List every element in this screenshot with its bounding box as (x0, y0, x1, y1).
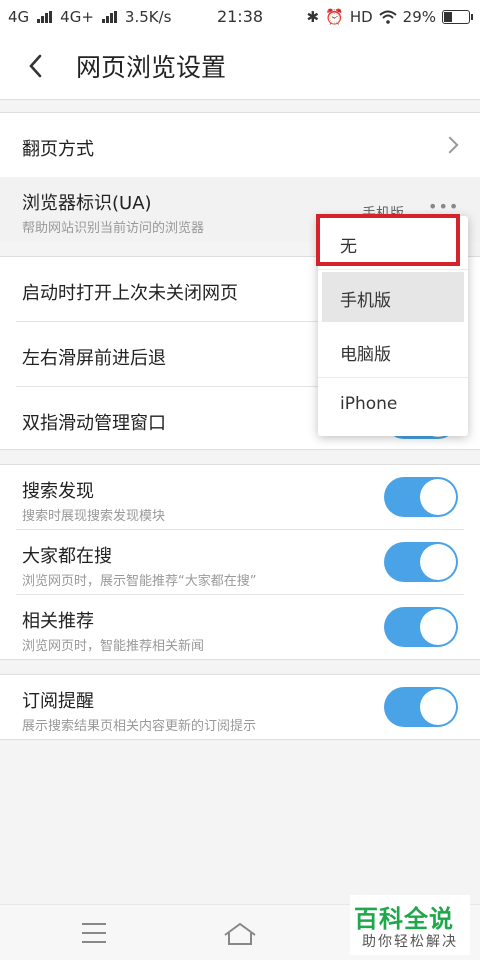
settings-group-subscribe: 订阅提醒 展示搜索结果页相关内容更新的订阅提示 (0, 674, 480, 740)
setting-label: 翻页方式 (22, 139, 94, 160)
setting-description: 浏览网页时，展示智能推荐“大家都在搜” (22, 574, 257, 589)
setting-label: 大家都在搜 (22, 546, 112, 567)
setting-search-discover[interactable]: 搜索发现 搜索时展现搜索发现模块 (0, 465, 480, 530)
setting-label: 订阅提醒 (22, 691, 94, 712)
menu-icon[interactable] (82, 923, 106, 943)
battery-percent: 29% (402, 8, 436, 26)
setting-description: 搜索时展现搜索发现模块 (22, 509, 166, 524)
status-bar: 4G 4G+ 3.5K/s 21:38 ✱ ⏰ HD 29% (0, 0, 480, 34)
ua-option-desktop[interactable]: 电脑版 (318, 324, 468, 378)
toggle-knob (420, 689, 456, 725)
alarm-icon: ⏰ (325, 8, 344, 26)
option-label: 手机版 (340, 291, 391, 311)
status-right: ✱ ⏰ HD 29% (306, 8, 473, 26)
option-label: iPhone (340, 394, 398, 414)
setting-description: 浏览网页时，智能推荐相关新闻 (22, 639, 205, 654)
setting-description: 展示搜索结果页相关内容更新的订阅提示 (22, 719, 257, 734)
hd-label: HD (349, 8, 373, 26)
bluetooth-icon: ✱ (306, 8, 320, 26)
watermark-subtitle: 助你轻松解决 (362, 934, 458, 950)
watermark-title: 百科全说 (354, 905, 454, 933)
back-arrow-icon[interactable] (22, 52, 50, 80)
watermark-logo: 百科全说 助你轻松解决 (350, 895, 470, 955)
page-title: 网页浏览设置 (76, 53, 227, 82)
settings-group-recommend: 搜索发现 搜索时展现搜索发现模块 大家都在搜 浏览网页时，展示智能推荐“大家都在… (0, 464, 480, 660)
chevron-right-icon (441, 136, 459, 154)
ua-option-iphone[interactable]: iPhone (318, 378, 468, 432)
wifi-icon (378, 10, 397, 24)
setting-label: 双指滑动管理窗口 (22, 413, 166, 434)
setting-label: 相关推荐 (22, 611, 94, 632)
setting-label: 左右滑屏前进后退 (22, 348, 166, 369)
annotation-highlight-box (316, 214, 460, 266)
app-header: 网页浏览设置 (0, 34, 480, 100)
toggle-knob (420, 609, 456, 645)
everyone-search-toggle[interactable] (384, 542, 458, 582)
search-discover-toggle[interactable] (384, 477, 458, 517)
setting-description: 帮助网站识别当前访问的浏览器 (22, 221, 205, 236)
setting-label: 启动时打开上次未关闭网页 (22, 283, 238, 304)
option-label: 电脑版 (340, 345, 391, 365)
setting-label: 搜索发现 (22, 481, 94, 502)
toggle-knob (420, 479, 456, 515)
setting-subscribe[interactable]: 订阅提醒 展示搜索结果页相关内容更新的订阅提示 (0, 675, 480, 741)
ua-option-mobile[interactable]: 手机版 (318, 270, 468, 324)
related-toggle[interactable] (384, 607, 458, 647)
battery-icon (442, 10, 473, 24)
setting-label: 浏览器标识(UA) (22, 193, 152, 214)
home-icon[interactable] (222, 919, 258, 949)
subscribe-toggle[interactable] (384, 687, 458, 727)
setting-everyone-search[interactable]: 大家都在搜 浏览网页时，展示智能推荐“大家都在搜” (0, 530, 480, 595)
setting-related[interactable]: 相关推荐 浏览网页时，智能推荐相关新闻 (0, 595, 480, 661)
setting-page-turn[interactable]: 翻页方式 (0, 113, 480, 177)
toggle-knob (420, 544, 456, 580)
